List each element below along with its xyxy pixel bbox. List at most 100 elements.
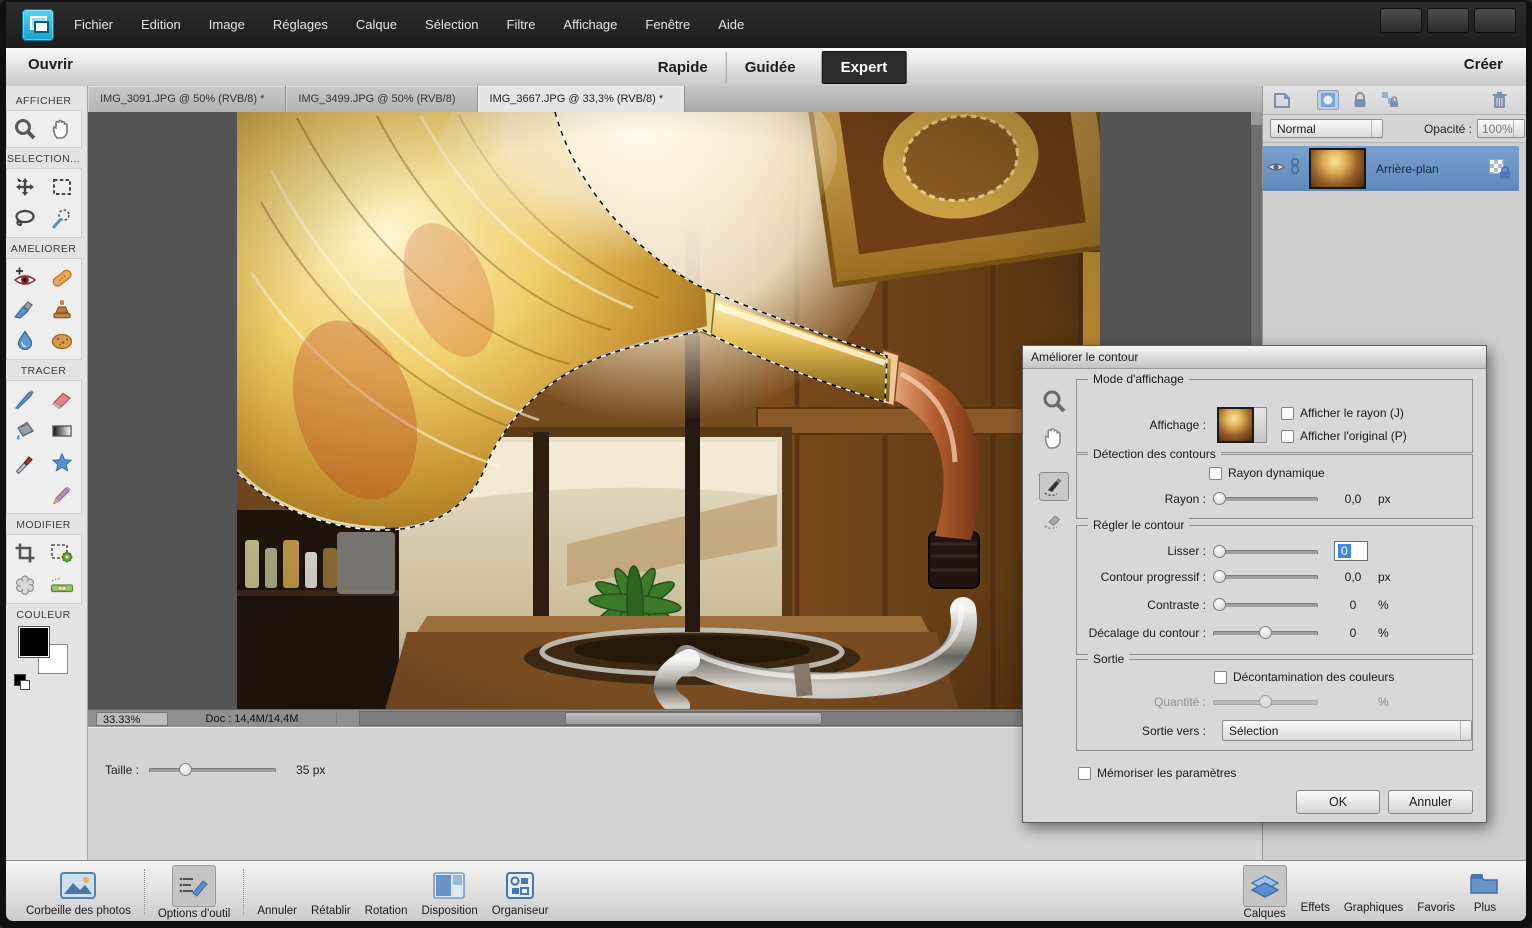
canvas-image[interactable] [237,112,1100,710]
decontaminate-checkbox[interactable] [1214,671,1227,684]
blend-mode-select[interactable]: Normal [1270,119,1383,138]
contrast-slider[interactable] [1213,597,1318,612]
menu-fichier[interactable]: Fichier [60,13,127,36]
lasso-tool[interactable] [11,205,39,233]
radius-slider[interactable] [1213,491,1318,506]
red-eye-removal-tool[interactable] [11,263,39,291]
zoom-level-field[interactable]: 33.33% [96,712,168,726]
dynamic-radius-checkbox[interactable] [1209,467,1222,480]
layer-name[interactable]: Arrière-plan [1376,162,1489,176]
menu-edition[interactable]: Edition [127,13,195,36]
menu-filtre[interactable]: Filtre [493,13,550,36]
refine-radius-tool-button[interactable] [1039,472,1069,501]
cancel-button[interactable]: Annuler [1388,790,1473,814]
shape-tool[interactable] [48,449,76,477]
crop-tool[interactable] [11,539,39,567]
new-layer-icon[interactable] [1272,91,1291,110]
eyedropper-tool[interactable] [11,449,39,477]
favorites-button[interactable]: Favoris [1417,865,1455,920]
menu-aide[interactable]: Aide [704,13,758,36]
doc-tab-2[interactable]: IMG_3499.JPG @ 50% (RVB/8) [286,86,477,112]
doc-tab-1[interactable]: IMG_3091.JPG @ 50% (RVB/8) * [88,86,286,112]
menu-image[interactable]: Image [195,13,259,36]
scroll-up-icon[interactable] [1251,112,1262,125]
quick-selection-tool[interactable] [48,205,76,233]
visibility-eye-icon[interactable] [1263,160,1289,178]
show-original-checkbox[interactable] [1281,430,1294,443]
delete-layer-icon[interactable] [1491,91,1508,110]
foreground-color-swatch[interactable] [18,626,50,658]
size-slider[interactable] [149,762,276,777]
layers-button[interactable]: Calques [1243,865,1287,920]
menu-affichage[interactable]: Affichage [549,13,631,36]
smooth-slider[interactable] [1213,544,1318,559]
opacity-select[interactable]: 100% [1477,119,1525,138]
remember-settings-option[interactable]: Mémoriser les paramètres [1078,766,1236,780]
photo-bin-button[interactable]: Corbeille des photos [26,868,131,917]
output-to-select[interactable]: Sélection [1222,720,1472,741]
show-radius-checkbox[interactable] [1281,407,1294,420]
straighten-tool[interactable] [48,571,76,599]
type-tool[interactable] [11,481,39,509]
open-button[interactable]: Ouvrir [28,56,80,73]
brush-tool[interactable] [11,385,39,413]
tab-rapide[interactable]: Rapide [640,52,726,83]
tab-guidee[interactable]: Guidée [726,52,814,83]
zoom-tool-icon[interactable] [1041,388,1067,419]
layer-mask-icon[interactable] [1317,90,1339,110]
remember-settings-checkbox[interactable] [1078,767,1091,780]
cookie-cutter-tool[interactable] [11,571,39,599]
clone-stamp-tool[interactable] [48,295,76,323]
shift-edge-slider[interactable] [1213,625,1318,640]
smart-brush-tool[interactable] [11,295,39,323]
link-icon[interactable] [1289,157,1305,180]
horizontal-scroll-thumb[interactable] [565,712,822,725]
tab-expert[interactable]: Expert [822,51,907,84]
maximize-button[interactable] [1427,8,1469,33]
blur-tool[interactable] [11,327,39,355]
close-button[interactable] [1474,8,1516,33]
layer-thumbnail[interactable] [1309,148,1366,189]
default-colors-icon[interactable] [14,674,26,686]
decontaminate-option[interactable]: Décontamination des couleurs [1214,670,1394,684]
erase-refinements-tool-button[interactable] [1042,510,1066,535]
dialog-titlebar[interactable]: Améliorer le contour [1023,346,1486,369]
menu-calque[interactable]: Calque [342,13,411,36]
recompose-tool[interactable] [48,539,76,567]
more-button[interactable]: Plus [1469,865,1501,920]
hand-tool-icon[interactable] [1041,425,1068,456]
gradient-tool[interactable] [48,417,76,445]
show-original-option[interactable]: Afficher l'original (P) [1281,429,1407,443]
doc-tab-3-active[interactable]: IMG_3667.JPG @ 33,3% (RVB/8) * [478,86,686,112]
menu-reglages[interactable]: Réglages [259,13,342,36]
lock-transparency-icon[interactable] [1381,91,1399,109]
background-lock-icon[interactable] [1489,159,1511,179]
pencil-tool[interactable] [48,481,76,509]
hand-tool[interactable] [48,115,76,143]
layer-row-background[interactable]: Arrière-plan [1263,146,1519,191]
spot-healing-brush-tool[interactable] [48,263,76,291]
graphics-button[interactable]: Graphiques [1344,865,1403,920]
doc-size-info[interactable]: Doc : 14,4M/14,4M [168,713,337,725]
minimize-button[interactable] [1380,8,1422,33]
rectangular-marquee-tool[interactable] [48,173,76,201]
paint-bucket-tool[interactable] [11,417,39,445]
lock-icon[interactable] [1352,91,1368,109]
feather-slider[interactable] [1213,569,1318,584]
redo-button[interactable]: Rétablir [311,868,351,917]
sponge-tool[interactable] [48,327,76,355]
view-dropdown-icon[interactable] [1254,407,1267,443]
effects-button[interactable]: Effets [1301,865,1330,920]
layout-button[interactable]: Disposition [421,868,477,917]
rotation-button[interactable]: Rotation [365,868,408,917]
eraser-tool[interactable] [48,385,76,413]
menu-fenetre[interactable]: Fenêtre [631,13,704,36]
zoom-tool[interactable] [11,115,39,143]
undo-button[interactable]: Annuler [257,868,297,917]
dynamic-radius-option[interactable]: Rayon dynamique [1209,466,1325,480]
create-button[interactable]: Créer [1464,56,1510,73]
smooth-input[interactable]: 0 [1334,541,1368,561]
ok-button[interactable]: OK [1296,790,1380,814]
tool-options-button[interactable]: Options d'outil [158,865,231,920]
organizer-button[interactable]: Organiseur [492,868,549,917]
